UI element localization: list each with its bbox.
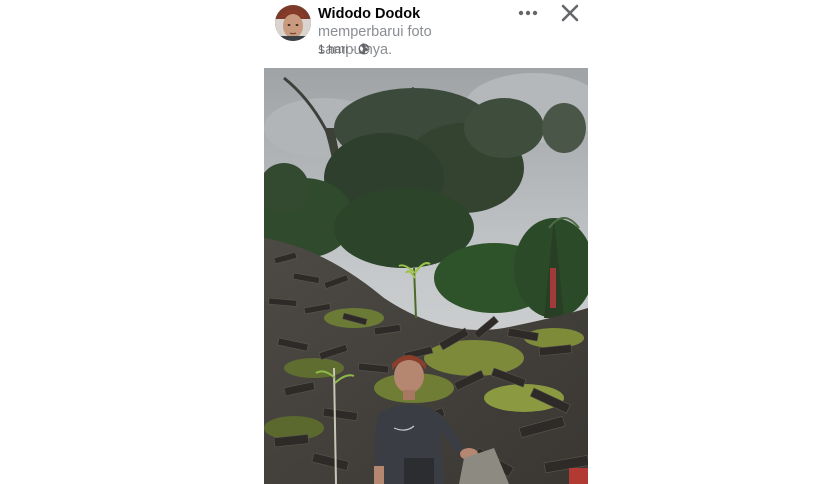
- author-name[interactable]: Widodo Dodok: [318, 6, 420, 22]
- author-avatar[interactable]: [275, 5, 311, 41]
- post-meta: 1 hari ·: [318, 42, 370, 56]
- post-time[interactable]: 1 hari: [318, 42, 348, 56]
- close-icon: [561, 4, 579, 22]
- cover-photo[interactable]: [264, 68, 588, 484]
- meta-separator: ·: [351, 42, 356, 56]
- close-button[interactable]: [559, 2, 581, 24]
- globe-icon[interactable]: [358, 43, 370, 55]
- more-options-button[interactable]: [516, 3, 540, 23]
- cover-photo-image: [264, 68, 588, 484]
- avatar-image: [275, 5, 311, 41]
- more-options-icon: [518, 10, 538, 16]
- facebook-post: Widodo Dodok memperbarui foto sampulnya.…: [0, 0, 840, 484]
